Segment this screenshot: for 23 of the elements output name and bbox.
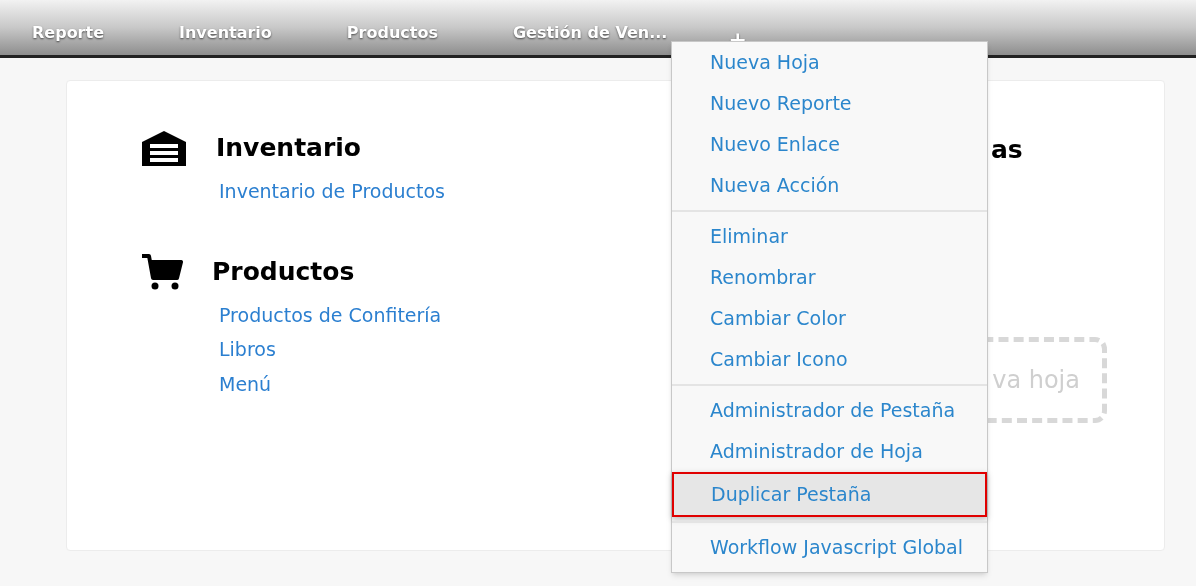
menu-item[interactable]: Renombrar [672,257,987,298]
menu-item[interactable]: Nuevo Enlace [672,124,987,165]
warehouse-icon [141,129,187,166]
section-heading: as [990,134,1024,166]
tab[interactable]: Reporte [32,21,104,45]
menu-item[interactable]: Administrador de Hoja [672,431,987,472]
menu-item[interactable]: Cambiar Color [672,298,987,339]
section-link[interactable]: Productos de Confitería [219,300,667,329]
menu-item[interactable]: Workflow Javascript Global [672,527,987,568]
menu-item[interactable]: Nueva Acción [672,165,987,206]
tab[interactable]: Inventario [179,21,272,45]
menu-item[interactable]: Nuevo Reporte [672,83,987,124]
section-link[interactable]: Libros [219,335,667,364]
menu-item[interactable]: Nueva Hoja [672,42,987,83]
tab[interactable]: Gestión de Ven... [512,21,668,45]
tab[interactable]: Productos [346,21,438,45]
section-heading: Productos [212,256,355,288]
menu-item[interactable]: Eliminar [672,216,987,257]
menu-item[interactable]: Duplicar Pestaña [672,472,987,517]
section-heading: Inventario [216,132,362,164]
section-link[interactable]: Menú [219,369,667,398]
cart-icon [141,253,183,290]
section-link[interactable]: Inventario de Productos [219,176,667,205]
